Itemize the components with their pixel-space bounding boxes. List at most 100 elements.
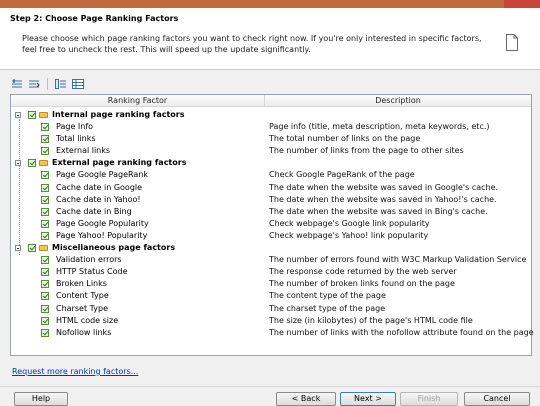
factor-description: Page info (title, meta description, meta… <box>269 122 490 132</box>
uncheck-all-icon[interactable] <box>71 78 85 90</box>
help-button[interactable]: Help <box>14 392 68 406</box>
factor-checkbox[interactable] <box>41 183 49 192</box>
factor-row[interactable]: HTTP Status Code The response code retur… <box>11 266 531 278</box>
factor-row[interactable]: Page Google PageRank Check Google PageRa… <box>11 169 531 181</box>
factor-description: Check Google PageRank of the page <box>269 170 415 180</box>
factor-description: The number of errors found with W3C Mark… <box>269 255 527 265</box>
factor-label: Page Google Popularity <box>56 218 149 228</box>
factor-label: Broken Links <box>56 279 107 289</box>
wizard-header: Step 2: Choose Page Ranking Factors Plea… <box>0 8 540 70</box>
factor-description: The content type of the page <box>269 291 386 301</box>
factor-row[interactable]: Cache date in Yahoo! The date when the w… <box>11 194 531 206</box>
factor-checkbox[interactable] <box>41 316 49 325</box>
cancel-button[interactable]: Cancel <box>464 392 530 406</box>
group-label: Internal page ranking factors <box>52 110 185 119</box>
factor-label: Page Yahoo! Popularity <box>56 230 148 240</box>
collapse-toggle-icon[interactable] <box>15 112 21 118</box>
step-title: Step 2: Choose Page Ranking Factors <box>10 14 179 23</box>
ranking-factors-tree[interactable]: Ranking Factor Description Internal page… <box>10 94 534 356</box>
factor-description: The date when the website was saved in Y… <box>269 194 497 204</box>
factor-checkbox[interactable] <box>41 171 49 180</box>
factor-description: Check webpage's Google link popularity <box>269 218 430 228</box>
factor-label: Cache date in Yahoo! <box>56 194 141 204</box>
factor-checkbox[interactable] <box>41 123 49 132</box>
factor-description: The number of links from the page to oth… <box>269 146 464 156</box>
folder-icon <box>39 245 48 252</box>
factor-row[interactable]: Nofollow links The number of links with … <box>11 327 534 339</box>
grid-header: Ranking Factor Description <box>11 95 531 107</box>
factor-label: Nofollow links <box>56 327 112 337</box>
step-description: Please choose which page ranking factors… <box>22 34 482 54</box>
close-window-button[interactable] <box>504 0 540 8</box>
factor-checkbox[interactable] <box>41 328 49 337</box>
window-title-bar <box>0 0 540 8</box>
factor-checkbox[interactable] <box>41 280 49 289</box>
request-more-factors-link[interactable]: Request more ranking factors... <box>12 367 138 376</box>
finish-button[interactable]: Finish <box>400 392 458 406</box>
factor-checkbox[interactable] <box>41 135 49 144</box>
check-all-icon[interactable] <box>54 78 68 90</box>
factor-row[interactable]: Broken Links The number of broken links … <box>11 278 531 290</box>
factor-row[interactable]: Validation errors The number of errors f… <box>11 254 531 266</box>
factor-checkbox[interactable] <box>41 292 49 301</box>
factor-description: Check webpage's Yahoo! link popularity <box>269 230 429 240</box>
factor-description: The total number of links on the page <box>269 134 421 144</box>
folder-icon <box>39 112 48 118</box>
factor-label: HTTP Status Code <box>56 267 128 277</box>
group-checkbox[interactable] <box>28 244 36 253</box>
factor-label: Page Info <box>56 122 94 132</box>
factor-label: External links <box>56 146 111 156</box>
factor-label: Validation errors <box>56 255 122 265</box>
back-button[interactable]: < Back <box>276 392 336 406</box>
factor-checkbox[interactable] <box>41 304 49 313</box>
factor-description: The charset type of the page <box>269 303 386 313</box>
group-row-internal[interactable]: Internal page ranking factors <box>11 109 531 121</box>
factor-label: Content Type <box>56 291 109 301</box>
factor-checkbox[interactable] <box>41 219 49 228</box>
factor-checkbox[interactable] <box>41 268 49 277</box>
factor-description: The response code returned by the web se… <box>269 267 457 277</box>
column-header-description[interactable]: Description <box>265 95 531 107</box>
factor-label: Cache date in Google <box>56 182 143 192</box>
folder-icon <box>39 160 48 167</box>
group-label: External page ranking factors <box>52 158 187 168</box>
group-checkbox[interactable] <box>28 111 36 119</box>
factor-label: HTML code size <box>56 315 119 325</box>
group-row-miscellaneous[interactable]: Miscellaneous page factors <box>11 242 531 254</box>
factor-row[interactable]: HTML code size The size (in kilobytes) o… <box>11 315 531 327</box>
factor-description: The size (in kilobytes) of the page's HT… <box>269 315 473 325</box>
group-label: Miscellaneous page factors <box>52 243 176 253</box>
factor-row[interactable]: Cache date in Google The date when the w… <box>11 182 531 194</box>
tree-rows: Internal page ranking factors Page Info … <box>11 109 534 339</box>
group-checkbox[interactable] <box>28 159 36 168</box>
collapse-toggle-icon[interactable] <box>15 160 21 167</box>
document-icon <box>506 34 518 51</box>
factor-label: Cache date in Bing <box>56 206 132 216</box>
factor-row[interactable]: Content Type The content type of the pag… <box>11 290 531 302</box>
factor-row[interactable]: Cache date in Bing The date when the web… <box>11 206 531 218</box>
factor-checkbox[interactable] <box>41 147 49 156</box>
factor-row[interactable]: External links The number of links from … <box>11 145 531 157</box>
collapse-toggle-icon[interactable] <box>15 245 21 252</box>
factor-label: Page Google PageRank <box>56 170 149 180</box>
factor-description: The date when the website was saved in G… <box>269 182 499 192</box>
factor-label: Total links <box>56 134 96 144</box>
footer-divider <box>0 386 540 387</box>
factor-row[interactable]: Total links The total number of links on… <box>11 133 531 145</box>
factor-checkbox[interactable] <box>41 231 49 240</box>
column-header-ranking-factor[interactable]: Ranking Factor <box>11 95 265 107</box>
factor-row[interactable]: Page Yahoo! Popularity Check webpage's Y… <box>11 230 531 242</box>
factor-description: The number of broken links found on the … <box>269 279 455 289</box>
next-button[interactable]: Next > <box>340 392 396 406</box>
factor-checkbox[interactable] <box>41 207 49 216</box>
factor-row[interactable]: Charset Type The charset type of the pag… <box>11 303 531 315</box>
factor-checkbox[interactable] <box>41 195 49 204</box>
expand-all-icon[interactable] <box>10 78 24 90</box>
group-row-external[interactable]: External page ranking factors <box>11 157 531 169</box>
factor-label: Charset Type <box>56 303 108 313</box>
tree-toolbar <box>10 78 85 90</box>
factor-row[interactable]: Page Google Popularity Check webpage's G… <box>11 218 531 230</box>
factor-row[interactable]: Page Info Page info (title, meta descrip… <box>11 121 531 133</box>
factor-checkbox[interactable] <box>41 256 49 265</box>
collapse-all-icon[interactable] <box>27 78 41 90</box>
